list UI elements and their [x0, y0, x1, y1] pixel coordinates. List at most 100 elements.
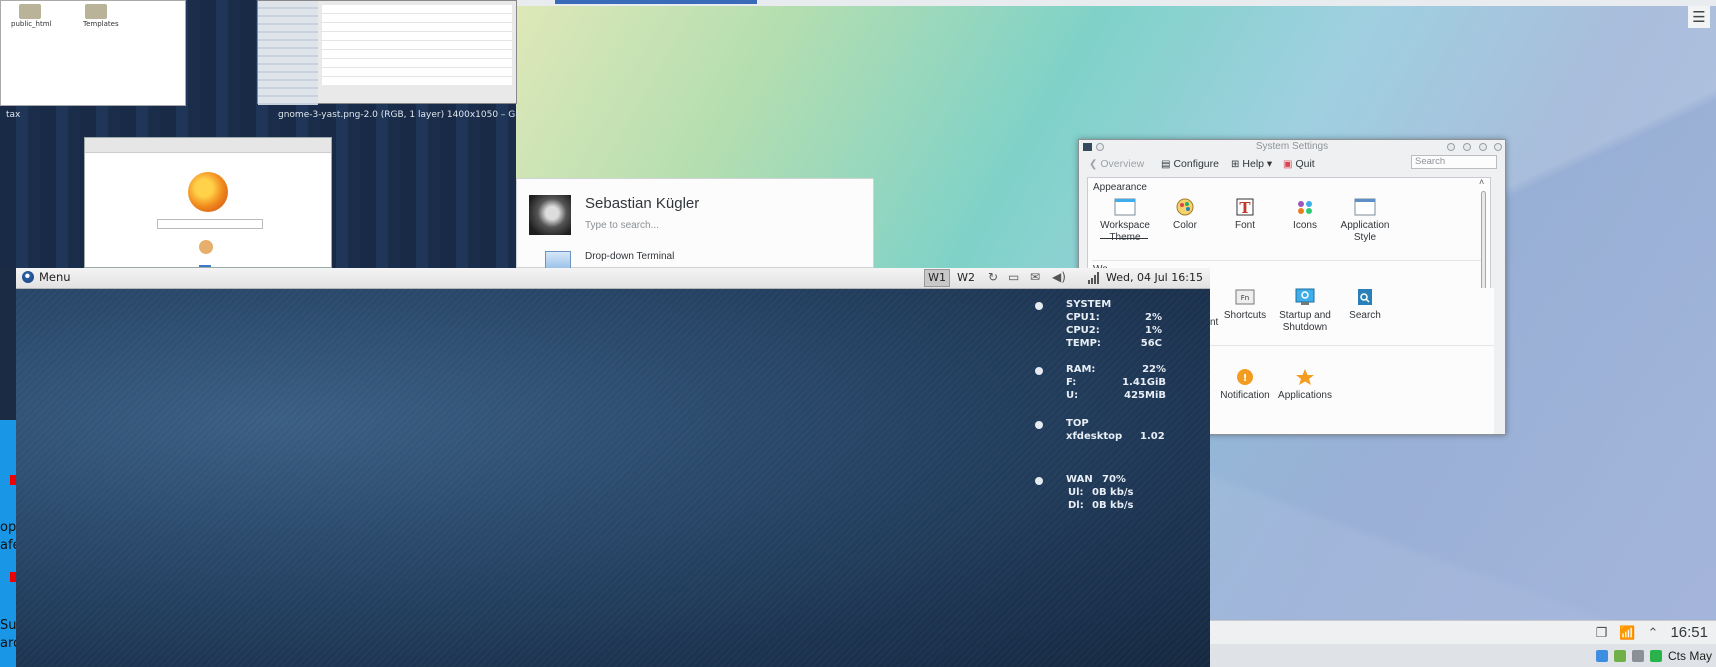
color-icon — [1176, 198, 1194, 216]
left-window-sliver: op afe Sur ard — [0, 420, 22, 667]
settings-item-application-style[interactable]: Application Style — [1332, 198, 1398, 244]
xfce-clock[interactable]: Wed, 04 Jul 16:15 — [1106, 271, 1203, 284]
window-caption: gnome-3-yast.png-2.0 (RGB, 1 layer) 1400… — [278, 110, 518, 120]
overview-button[interactable]: ❮ Overview — [1089, 158, 1144, 170]
folder-icon — [85, 4, 107, 19]
conky-ram-value: 22% — [1142, 364, 1166, 375]
expand-tray-icon[interactable]: ⌃ — [1648, 625, 1659, 641]
file-manager-thumbnail[interactable]: public_html Templates — [0, 0, 186, 106]
xfce-desktop — [16, 288, 1210, 667]
desktop-toolbox-icon[interactable]: ☰ — [1688, 6, 1710, 28]
launcher-search-input[interactable]: Type to search... — [585, 220, 659, 231]
conky-free-value: 1.41GiB — [1122, 377, 1166, 388]
update-icon[interactable]: ↻ — [988, 270, 998, 284]
close-icon[interactable] — [1494, 143, 1502, 151]
conky-cpu1-value: 2% — [1145, 312, 1162, 323]
maximize-icon[interactable] — [1479, 143, 1487, 151]
conky-ram-label: RAM: — [1066, 364, 1096, 375]
category-separator — [1210, 345, 1494, 346]
folder-label: Templates — [83, 20, 119, 28]
settings-content-lower: nt Fn Shortcuts Startup and Shutdown Sea… — [1210, 288, 1494, 434]
selected-underline — [1100, 238, 1148, 239]
app-icon[interactable] — [1595, 649, 1608, 662]
icons-icon — [1298, 201, 1312, 214]
menu-label: Menu — [39, 270, 71, 284]
kde-panel: ❐ 📶 ⌃ 16:51 — [1210, 620, 1716, 644]
help-button[interactable]: ⊞ Help ▾ — [1231, 158, 1272, 170]
help-menu-icon: ⊞ — [1231, 159, 1240, 170]
clipboard-icon[interactable]: ❐ — [1596, 625, 1608, 641]
conky-temp-value: 56C — [1140, 338, 1162, 349]
window-titlebar[interactable]: System Settings — [1079, 140, 1505, 154]
xfce-panel: Menu W1 W2 ↻ ▭ ✉ ◀) Wed, 04 Jul 16:15 — [16, 268, 1210, 289]
help-label: Help — [1242, 158, 1264, 170]
item-label: Font — [1234, 220, 1255, 231]
cpu-icon — [1035, 302, 1043, 310]
settings-item-shortcuts[interactable]: Fn Shortcuts — [1212, 288, 1278, 322]
conky-download-value: 0B kb/s — [1092, 500, 1134, 511]
launcher-item[interactable]: Drop-down Terminal — [585, 251, 674, 262]
gimp-toolbox — [258, 1, 318, 105]
conky-cpu2-label: CPU2: — [1066, 325, 1100, 336]
avatar — [529, 195, 571, 235]
scroll-up-icon[interactable]: ˄ — [1479, 177, 1484, 187]
settings-item-applications[interactable]: Applications — [1272, 368, 1338, 402]
settings-search-input[interactable]: Search — [1411, 155, 1497, 169]
conky-wan-value: 70% — [1102, 474, 1126, 485]
firefox-window-thumbnail[interactable] — [84, 137, 332, 268]
window-caption: tax — [6, 110, 21, 120]
configure-button[interactable]: ▤ Configure — [1161, 158, 1219, 170]
gimp-window-thumbnail[interactable] — [257, 0, 517, 105]
battery-icon[interactable]: ▭ — [1008, 270, 1019, 284]
signal-icon[interactable] — [1088, 272, 1100, 284]
conky-used-label: U: — [1066, 390, 1079, 401]
workspace-1-button[interactable]: W1 — [924, 269, 950, 287]
startup-icon — [1295, 288, 1315, 305]
workspace-2-button[interactable]: W2 — [954, 270, 978, 286]
configure-label: Configure — [1173, 158, 1219, 170]
toolbar: ❮ Overview ▤ Configure ⊞ Help ▾ ▣ Quit Searc… — [1079, 154, 1505, 176]
conky-top-value: 1.02 — [1140, 431, 1165, 442]
svg-text:!: ! — [1243, 373, 1248, 384]
svg-text:T: T — [1239, 199, 1251, 216]
page-icon — [199, 240, 213, 254]
volume-icon[interactable]: ◀) — [1052, 270, 1066, 284]
back-arrow-icon: ❮ — [1089, 159, 1098, 170]
network-icon — [1035, 477, 1043, 485]
kde-clock[interactable]: 16:51 — [1670, 624, 1708, 641]
quit-button[interactable]: ▣ Quit — [1283, 158, 1315, 170]
minimize-icon[interactable] — [1463, 143, 1471, 151]
settings-item-icons[interactable]: Icons — [1272, 198, 1338, 232]
item-label: Applications — [1278, 390, 1332, 401]
notification-icon: ! — [1237, 369, 1253, 385]
volume-icon[interactable] — [1631, 649, 1644, 662]
bottom-tray-strip: Cts May — [1210, 644, 1716, 667]
mail-icon[interactable]: ✉ — [1030, 270, 1040, 284]
folder-label: public_html — [11, 20, 52, 28]
item-label: Color — [1173, 220, 1197, 231]
terminal-icon — [545, 251, 571, 269]
settings-item-search[interactable]: Search — [1332, 288, 1398, 322]
browser-search-box — [157, 219, 263, 229]
conky-top-title: TOP — [1066, 418, 1089, 429]
network-icon[interactable] — [1649, 649, 1662, 662]
item-label: Startup and Shutdown — [1279, 310, 1331, 333]
firefox-logo-icon — [188, 172, 228, 212]
app-icon[interactable] — [1613, 649, 1626, 662]
settings-item-notification[interactable]: ! Notification — [1212, 368, 1278, 402]
settings-item-color[interactable]: Color — [1152, 198, 1218, 232]
conky-upload-value: 0B kb/s — [1092, 487, 1134, 498]
quit-label: Quit — [1295, 158, 1315, 170]
item-label: Workspace Theme — [1100, 220, 1150, 243]
settings-item-font[interactable]: T Font — [1212, 198, 1278, 232]
browser-toolbar — [85, 138, 331, 153]
overview-label: Overview — [1100, 158, 1145, 170]
tray-text: Cts May — [1667, 648, 1712, 663]
wifi-icon[interactable]: 📶 — [1619, 625, 1635, 641]
conky-cpu1-label: CPU1: — [1066, 312, 1100, 323]
settings-item-startup[interactable]: Startup and Shutdown — [1272, 288, 1338, 334]
menu-button[interactable]: Menu — [22, 270, 71, 284]
help-icon[interactable] — [1447, 143, 1455, 151]
gimp-dialog — [322, 5, 512, 85]
conky-wan-label: WAN — [1066, 474, 1093, 485]
